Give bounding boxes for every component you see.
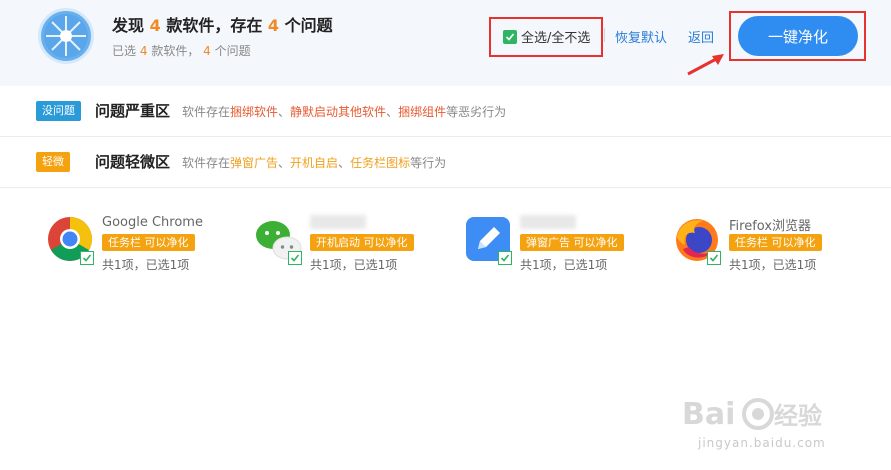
- svg-text:经验: 经验: [774, 402, 822, 430]
- app-selection-count: 共1项，已选1项: [520, 258, 608, 272]
- checkmark-icon: [709, 254, 719, 262]
- status-badge: 没问题: [36, 101, 81, 121]
- app-checkbox[interactable]: [80, 251, 94, 265]
- checkmark-icon: [82, 254, 92, 262]
- toolbar-divider: [604, 28, 605, 42]
- app-selection-count: 共1项，已选1项: [102, 258, 190, 272]
- select-all-checkbox[interactable]: 全选/全不选: [503, 27, 590, 46]
- page-title: 发现 4 款软件，存在 4 个问题: [112, 16, 333, 35]
- app-card-wechat[interactable]: 开机启动 可以净化 共1项，已选1项: [254, 213, 454, 273]
- app-tag: 弹窗广告 可以净化: [520, 234, 624, 251]
- app-checkbox[interactable]: [707, 251, 721, 265]
- restore-default-link[interactable]: 恢复默认: [615, 27, 667, 46]
- header: 发现 4 款软件，存在 4 个问题 已选 4 款软件， 4 个问题 全选/全不选…: [0, 0, 891, 86]
- app-name-blurred: [520, 215, 576, 229]
- watermark-url: jingyan.baidu.com: [698, 436, 826, 450]
- software-count: 4: [149, 16, 161, 35]
- selection-summary: 已选 4 款软件， 4 个问题: [112, 44, 251, 58]
- checkmark-icon: [500, 254, 510, 262]
- app-selection-count: 共1项，已选1项: [310, 258, 398, 272]
- checkmark-icon: [290, 254, 300, 262]
- section-row-severe: 没问题 问题严重区 软件存在捆绑软件、静默启动其他软件、捆绑组件等恶劣行为: [0, 86, 891, 137]
- app-card-firefox[interactable]: Firefox浏览器 任务栏 可以净化 共1项，已选1项: [673, 213, 873, 273]
- annotation-arrow-icon: [687, 54, 724, 76]
- app-tag: 任务栏 可以净化: [102, 234, 195, 251]
- app-card-notes[interactable]: 弹窗广告 可以净化 共1项，已选1项: [464, 213, 664, 273]
- checkmark-icon: [503, 29, 517, 44]
- app-name: Google Chrome: [102, 215, 203, 230]
- back-link[interactable]: 返回: [688, 27, 714, 46]
- app-checkbox[interactable]: [288, 251, 302, 265]
- section-title: 问题严重区: [95, 102, 171, 120]
- section-title: 问题轻微区: [95, 153, 171, 171]
- baidu-watermark-logo: Bai 经验: [682, 397, 822, 432]
- issue-count: 4: [267, 16, 280, 35]
- app-name: Firefox浏览器: [729, 219, 812, 234]
- status-badge: 轻微: [36, 152, 70, 172]
- app-card-chrome[interactable]: Google Chrome 任务栏 可以净化 共1项，已选1项: [46, 213, 246, 273]
- cleaner-logo-icon: [38, 8, 94, 64]
- svg-text:Bai: Bai: [682, 397, 735, 432]
- section-row-minor: 轻微 问题轻微区 软件存在弹窗广告、开机自启、任务栏图标等行为: [0, 137, 891, 188]
- app-selection-count: 共1项，已选1项: [729, 258, 817, 272]
- section-description: 软件存在弹窗广告、开机自启、任务栏图标等行为: [182, 156, 447, 170]
- section-description: 软件存在捆绑软件、静默启动其他软件、捆绑组件等恶劣行为: [182, 105, 507, 119]
- app-checkbox[interactable]: [498, 251, 512, 265]
- one-click-clean-button[interactable]: 一键净化: [738, 16, 858, 56]
- app-tag: 任务栏 可以净化: [729, 234, 822, 251]
- app-tag: 开机启动 可以净化: [310, 234, 414, 251]
- app-name-blurred: [310, 215, 366, 229]
